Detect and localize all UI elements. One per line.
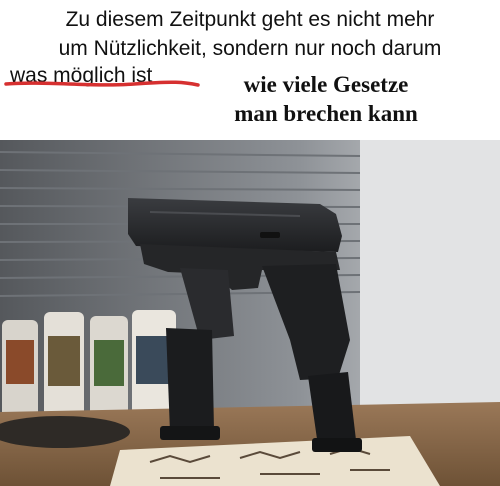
caption-line-1: Zu diesem Zeitpunkt geht es nicht mehr: [65, 8, 435, 31]
pistol-photo: [0, 140, 500, 486]
red-strikethrough: [4, 80, 200, 87]
addition-line-2: man brechen kann: [234, 101, 418, 126]
photo-illustration: [0, 140, 500, 486]
addition-line-1: wie viele Gesetze: [243, 72, 409, 97]
handwritten-addition: wie viele Gesetze man brechen kann: [196, 70, 456, 128]
caption-line-2: um Nützlichkeit, sondern nur noch darum: [58, 37, 442, 60]
meme-caption: Zu diesem Zeitpunkt geht es nicht mehr u…: [0, 0, 500, 140]
